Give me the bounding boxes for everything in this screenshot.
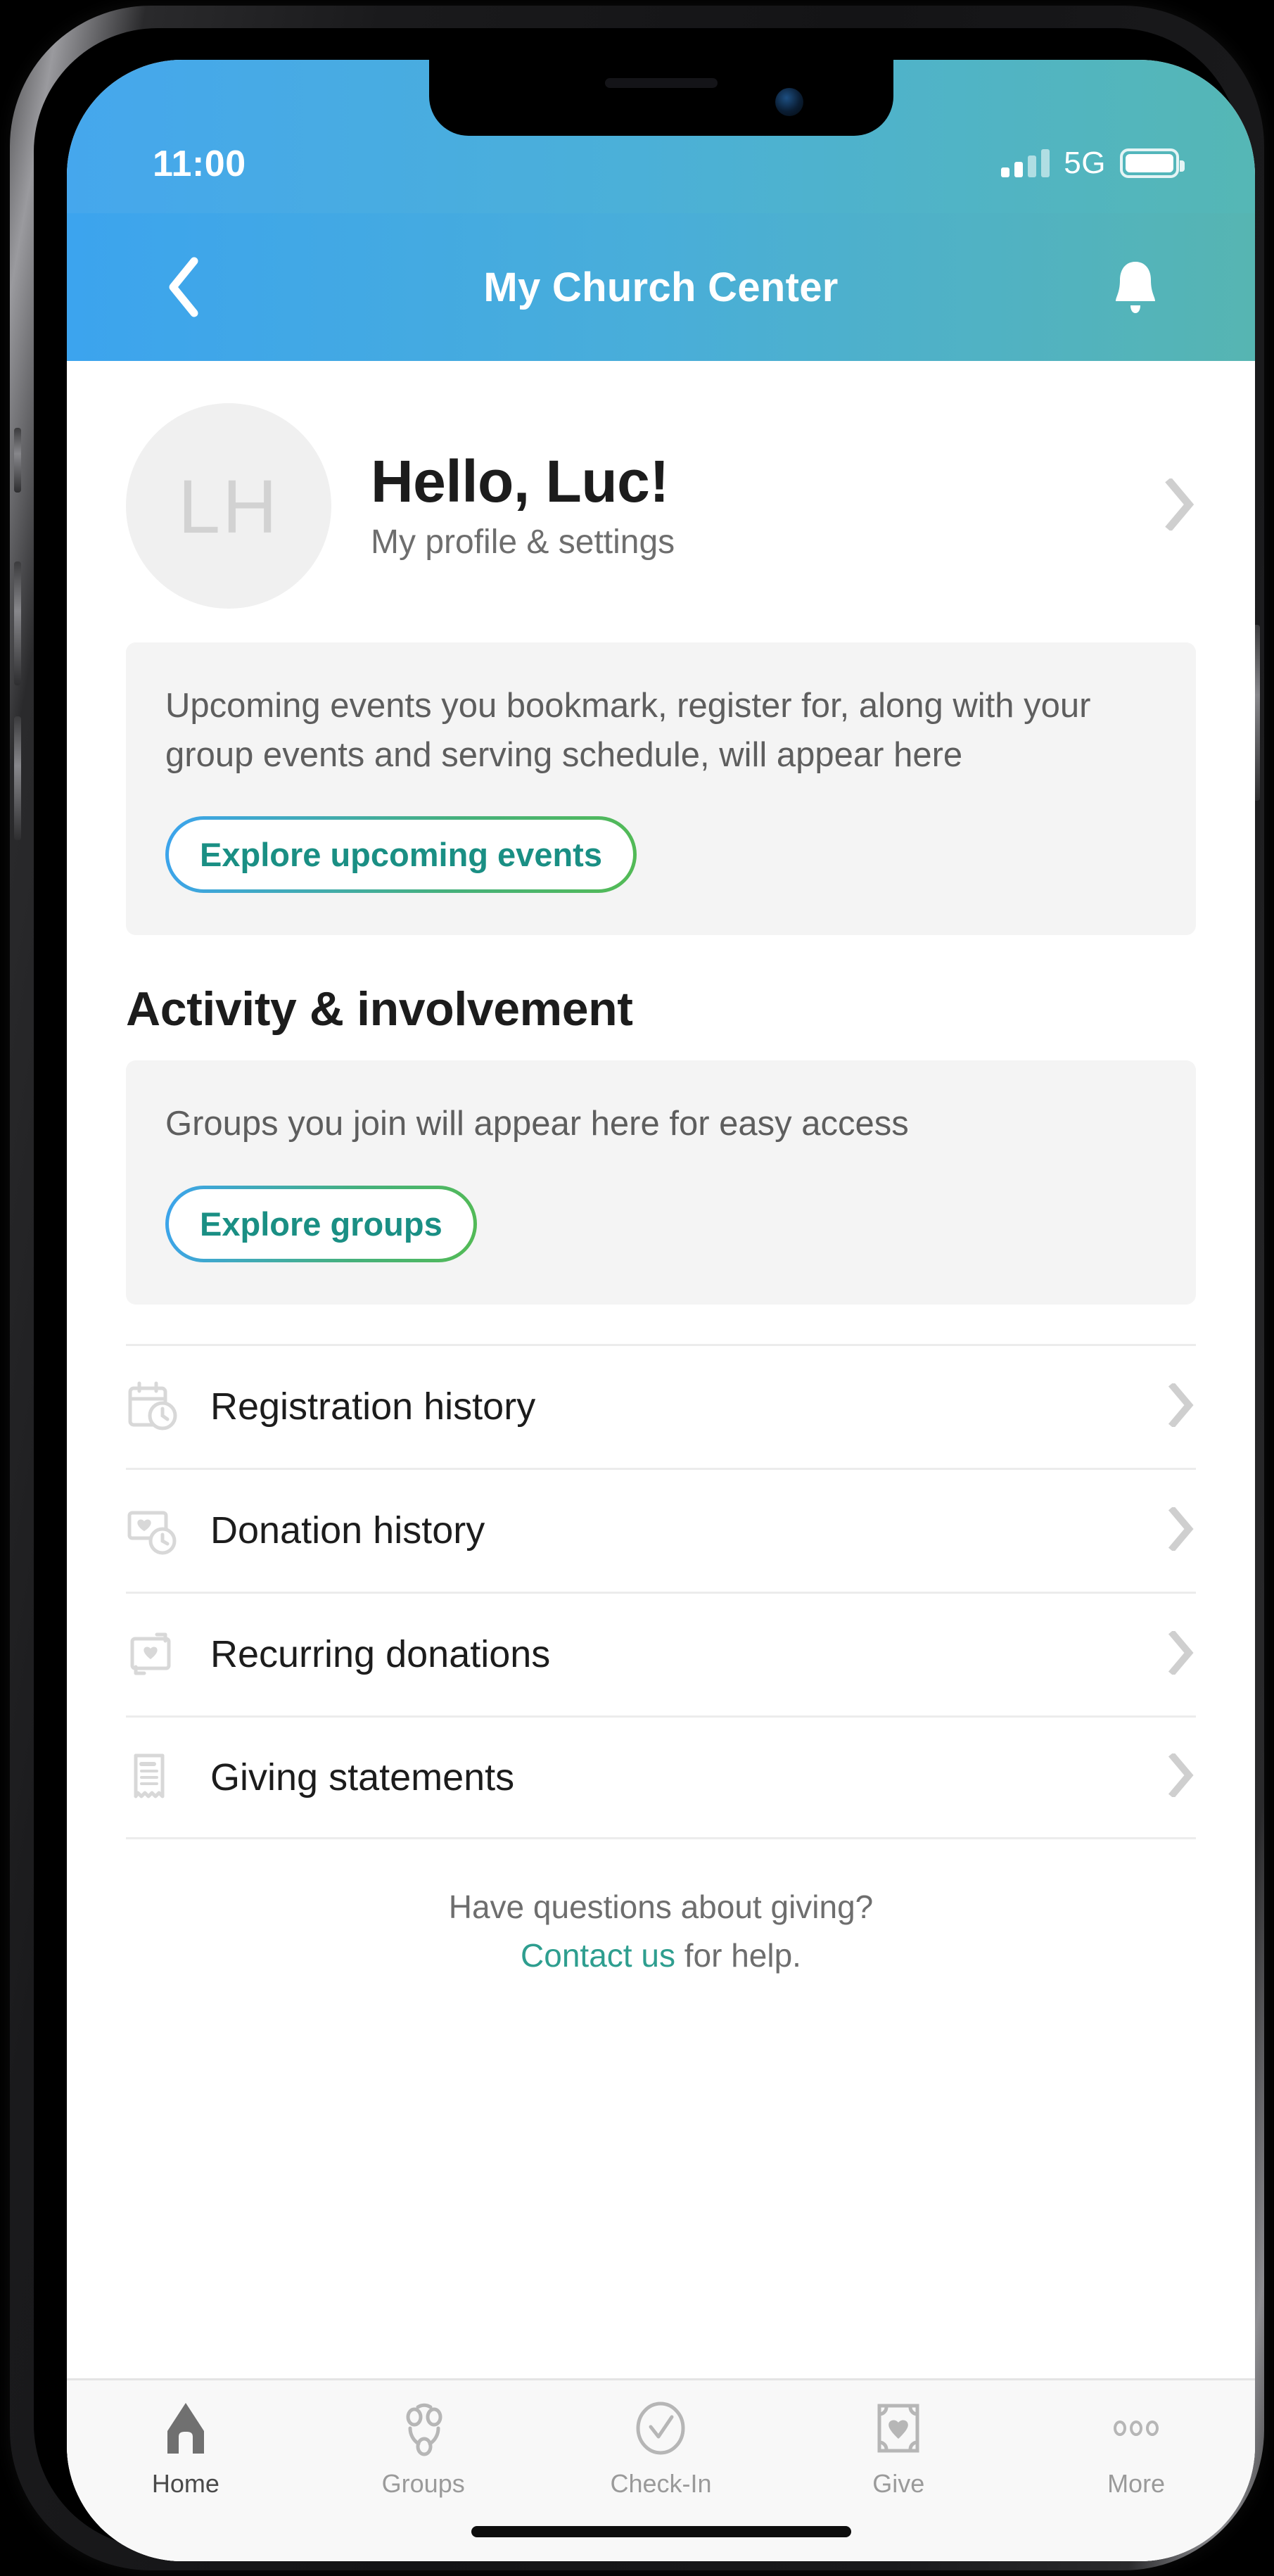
tab-home[interactable]: Home [67,2399,305,2499]
tab-label: More [1107,2469,1165,2499]
activity-section-heading: Activity & involvement [126,982,1196,1036]
list-item-label: Donation history [210,1509,1168,1552]
check-circle-icon [631,2399,690,2458]
notification-bell-button[interactable] [1107,255,1164,319]
profile-greeting: Hello, Luc! [371,450,1151,512]
help-footer: Have questions about giving? Contact us … [67,1839,1255,2008]
list-item-donation-history[interactable]: Donation history [126,1468,1196,1592]
chevron-right-icon [1168,1753,1196,1801]
help-suffix: for help. [675,1937,801,1974]
tab-label: Groups [382,2469,465,2499]
tab-groups[interactable]: Groups [305,2399,542,2499]
phone-frame: 11:00 5G [10,6,1264,2570]
explore-upcoming-events-button[interactable]: Explore upcoming events [165,816,637,893]
receipt-icon [126,1750,181,1805]
list-item-label: Registration history [210,1385,1168,1428]
back-button[interactable] [158,252,208,322]
tab-check-in[interactable]: Check-In [542,2399,780,2499]
main-content: LH Hello, Luc! My profile & settings Upc… [67,361,1255,2561]
bill-heart-recurring-icon [126,1627,181,1682]
home-icon [156,2399,215,2458]
list-item-giving-statements[interactable]: Giving statements [126,1715,1196,1839]
mute-switch[interactable] [14,428,21,493]
signal-bars-icon [1001,149,1050,177]
explore-groups-button[interactable]: Explore groups [165,1186,477,1262]
bill-heart-icon [869,2399,928,2458]
list-item-registration-history[interactable]: Registration history [126,1344,1196,1468]
status-bar-indicators: 5G [1001,146,1179,181]
link-list: Registration history [126,1344,1196,1839]
help-question: Have questions about giving? [67,1883,1255,1931]
chevron-right-icon [1168,1631,1196,1678]
battery-fill [1126,154,1173,172]
calendar-clock-icon [126,1379,181,1434]
bill-heart-clock-icon [126,1503,181,1558]
volume-down-button[interactable] [14,716,21,840]
phone-bezel: 11:00 5G [34,28,1240,2548]
tab-label: Home [152,2469,219,2499]
groups-icon [394,2399,453,2458]
avatar: LH [126,403,331,609]
phone-notch [429,60,893,136]
chevron-right-icon [1168,1507,1196,1554]
profile-row[interactable]: LH Hello, Luc! My profile & settings [67,361,1255,642]
list-item-recurring-donations[interactable]: Recurring donations [126,1592,1196,1715]
help-contact-line: Contact us for help. [67,1931,1255,1980]
profile-subtitle: My profile & settings [371,523,1151,561]
page-title: My Church Center [67,264,1255,311]
tab-label: Give [872,2469,924,2499]
volume-up-button[interactable] [14,561,21,685]
chevron-left-icon [166,257,200,317]
tab-give[interactable]: Give [779,2399,1017,2499]
front-camera [775,88,803,116]
chevron-right-icon [1165,478,1196,531]
network-type-label: 5G [1064,146,1106,181]
home-indicator[interactable] [471,2526,851,2537]
earpiece-speaker [605,78,718,88]
app-header: My Church Center [67,213,1255,361]
groups-description: Groups you join will appear here for eas… [165,1100,1157,1149]
tab-more[interactable]: More [1017,2399,1255,2499]
status-bar-clock: 11:00 [153,143,246,185]
profile-text: Hello, Luc! My profile & settings [371,450,1151,561]
phone-screen: 11:00 5G [67,60,1255,2561]
ellipsis-icon [1107,2399,1166,2458]
list-item-label: Recurring donations [210,1632,1168,1676]
avatar-initials: LH [178,462,279,550]
groups-card: Groups you join will appear here for eas… [126,1060,1196,1305]
notification-bell-icon [1110,258,1161,317]
contact-us-link[interactable]: Contact us [521,1937,675,1974]
tab-label: Check-In [610,2469,711,2499]
profile-chevron-button[interactable] [1165,478,1196,534]
battery-full-icon [1120,148,1179,178]
list-item-label: Giving statements [210,1756,1168,1799]
chevron-right-icon [1168,1383,1196,1430]
upcoming-events-description: Upcoming events you bookmark, register f… [165,682,1157,780]
upcoming-events-card: Upcoming events you bookmark, register f… [126,642,1196,935]
